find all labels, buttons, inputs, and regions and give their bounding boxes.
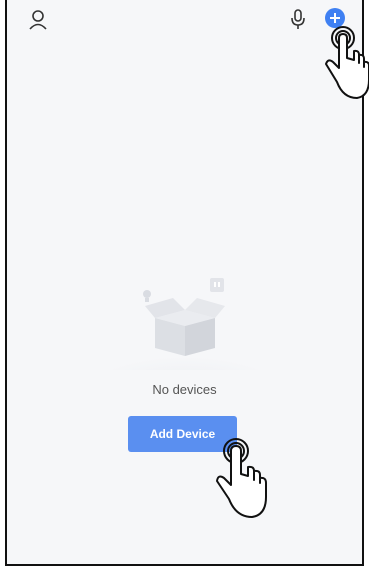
empty-box-illustration — [105, 278, 265, 370]
empty-state: No devices Add Device — [7, 270, 362, 470]
empty-message: No devices — [152, 382, 217, 397]
tap-hand-icon — [216, 438, 267, 518]
tap-hand-icon — [325, 26, 369, 99]
voice-button[interactable] — [287, 7, 309, 31]
app-screen: No devices Add Device — [5, 0, 364, 566]
microphone-icon — [291, 9, 305, 29]
profile-button[interactable] — [27, 8, 49, 32]
top-bar — [7, 0, 362, 40]
person-icon — [29, 10, 47, 30]
